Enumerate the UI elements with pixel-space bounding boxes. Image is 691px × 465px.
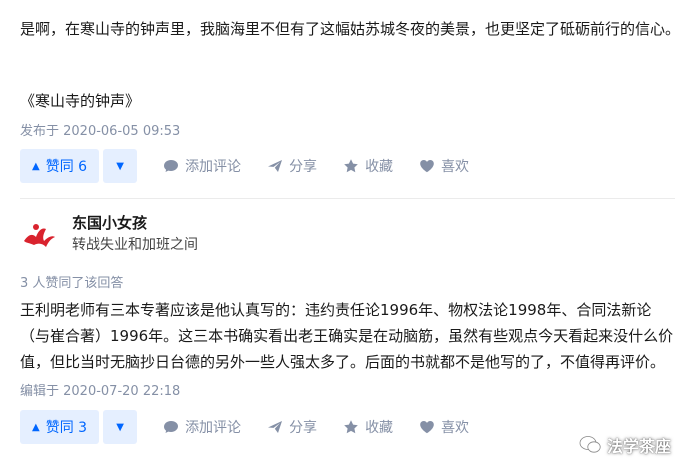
heart-icon [420,421,434,434]
answer-actions: ▲ 赞同 6 ▼ 添加评论 分享 收藏 喜欢 [20,149,469,183]
like-label: 喜欢 [441,420,470,436]
answer-divider [20,198,675,199]
star-icon [344,420,358,434]
add-comment-button[interactable]: 添加评论 [163,417,241,437]
comment-icon [164,160,179,172]
downvote-button[interactable]: ▼ [103,410,138,444]
book-title: 《寒山寺的钟声》 [20,92,141,110]
collect-label: 收藏 [365,159,394,175]
upvote-button[interactable]: ▲ 赞同 6 [20,149,100,183]
upvote-count-note[interactable]: 3 人赞同了该回答 [20,272,123,291]
collect-label: 收藏 [365,420,394,436]
share-label: 分享 [289,159,318,175]
triangle-up-icon: ▲ [32,160,40,172]
collect-button[interactable]: 收藏 [343,417,393,437]
watermark-text: 法学茶座 [606,437,671,456]
comment-icon [164,421,179,433]
answer-paragraph: 王利明老师有三本专著应该是他认真写的：违约责任论1996年、物权法论1998年、… [20,301,674,371]
watermark: 法学茶座 [579,433,671,457]
star-icon [344,159,358,173]
avatar[interactable] [20,215,58,253]
share-icon [268,421,283,433]
heart-icon [420,160,434,173]
share-icon [268,160,283,172]
triangle-down-icon: ▼ [116,421,124,433]
author-info: 东国小女孩 转战失业和加班之间 [20,212,198,256]
add-comment-button[interactable]: 添加评论 [163,156,241,176]
share-button[interactable]: 分享 [267,156,317,176]
edit-time[interactable]: 编辑于 2020-07-20 22:18 [20,380,180,399]
add-comment-label: 添加评论 [185,159,242,175]
upvote-button[interactable]: ▲ 赞同 3 [20,410,100,444]
upvote-label: 赞同 3 [45,420,88,436]
collect-button[interactable]: 收藏 [343,156,393,176]
wechat-icon [579,436,601,453]
triangle-down-icon: ▼ [116,160,124,172]
share-button[interactable]: 分享 [267,417,317,437]
like-button[interactable]: 喜欢 [419,156,469,176]
upvote-label: 赞同 6 [45,159,88,175]
answer-paragraph: 是啊，在寒山寺的钟声里，我脑海里不但有了这幅姑苏城冬夜的美景，也更坚定了砥砺前行… [20,20,681,38]
like-button[interactable]: 喜欢 [419,417,469,437]
author-name[interactable]: 东国小女孩 [72,212,198,234]
publish-time[interactable]: 发布于 2020-06-05 09:53 [20,120,180,139]
author-bio: 转战失业和加班之间 [72,237,198,253]
downvote-button[interactable]: ▼ [103,149,138,183]
triangle-up-icon: ▲ [32,421,40,433]
like-label: 喜欢 [441,159,470,175]
share-label: 分享 [289,420,318,436]
add-comment-label: 添加评论 [185,420,242,436]
answer-actions: ▲ 赞同 3 ▼ 添加评论 分享 收藏 喜欢 [20,410,469,444]
